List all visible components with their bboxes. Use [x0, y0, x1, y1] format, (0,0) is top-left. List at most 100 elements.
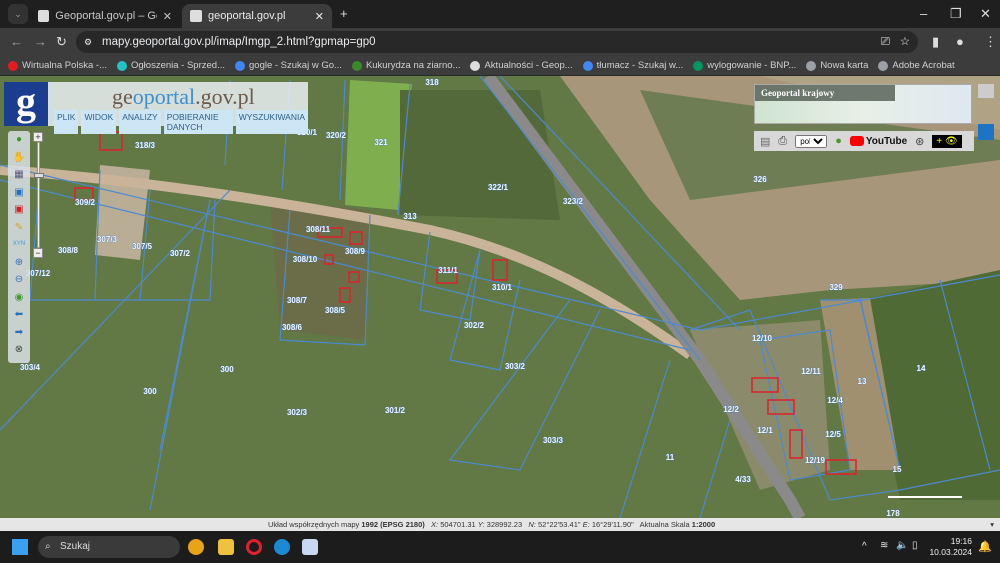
legend-icon[interactable]: ▤ — [760, 135, 770, 148]
zoom-slider[interactable]: + − — [33, 132, 44, 260]
back-icon[interactable]: ← — [10, 34, 23, 49]
menu-widok[interactable]: WIDOK — [81, 110, 117, 134]
document-app-icon[interactable] — [302, 539, 318, 555]
accessibility-icon[interactable]: ⊛ — [915, 135, 924, 148]
pencil-icon[interactable]: ✎ — [8, 219, 30, 237]
e-label: E: — [582, 520, 590, 529]
site-info-icon[interactable]: ⚙ — [84, 31, 92, 53]
bookmark-favicon-icon — [117, 60, 127, 71]
youtube-label: YouTube — [865, 135, 908, 147]
forward-icon[interactable]: → — [34, 34, 47, 49]
close-window-button[interactable]: ✕ — [980, 6, 991, 22]
profile-icon[interactable]: ● — [956, 34, 964, 49]
crosshair-icon[interactable]: ⊗ — [8, 341, 30, 359]
tab-geoportal-2[interactable]: geoportal.gov.pl ✕ — [182, 4, 332, 28]
side-panel-icon[interactable]: ▮ — [932, 34, 939, 50]
windows-start-icon[interactable] — [12, 539, 28, 555]
search-placeholder: Szukaj — [60, 541, 91, 552]
menu-pobieranie-danych[interactable]: POBIERANIE DANYCH — [163, 110, 233, 134]
globe-icon[interactable]: ◉ — [8, 289, 30, 307]
chrome-icon[interactable] — [188, 539, 204, 555]
right-side-controls — [978, 84, 994, 144]
restore-button[interactable]: ❐ — [950, 6, 962, 22]
menu-wyszukiwania[interactable]: WYSZUKIWANIA — [235, 110, 308, 134]
edge-icon[interactable] — [274, 539, 290, 555]
tab-search-button[interactable]: ⌄ — [8, 4, 28, 24]
show-hidden-icons[interactable]: ^ — [862, 541, 867, 552]
calculator-icon[interactable]: ▦ — [8, 166, 30, 184]
bookmark-label: Nowa karta — [820, 60, 869, 71]
parcel-label: 307/5 — [132, 242, 153, 251]
info-icon[interactable]: ● — [8, 131, 30, 149]
zoom-handle[interactable] — [33, 173, 44, 178]
select-blue-icon[interactable]: ▣ — [8, 184, 30, 202]
wifi-icon[interactable]: ≋ — [880, 540, 888, 551]
taskbar: ⌕ Szukaj ^ ≋ 🔈 ▯ 19:16 10.03.2024 🔔 — [0, 531, 1000, 563]
bookmark-item[interactable]: Wirtualna Polska -... — [8, 60, 107, 71]
search-location-icon[interactable] — [978, 84, 994, 98]
bookmark-item[interactable]: Adobe Acrobat — [878, 60, 955, 71]
select-red-icon[interactable]: ▣ — [8, 201, 30, 219]
new-tab-button[interactable]: + — [340, 6, 348, 21]
menu-analizy[interactable]: ANALIZY — [119, 110, 161, 134]
zoom-plus-button[interactable]: + — [33, 132, 43, 142]
menu-icon[interactable]: ⋮ — [984, 34, 997, 50]
parcel-label: 308/10 — [293, 255, 318, 264]
zoom-minus-button[interactable]: − — [33, 248, 43, 258]
parcel-label: 12/10 — [752, 334, 773, 343]
forward-arrow-icon[interactable]: ➡ — [8, 324, 30, 342]
xyz-icon[interactable]: XYN — [8, 236, 30, 254]
parcel-label: 329 — [829, 283, 843, 292]
scale-label: Aktualna Skala — [639, 520, 690, 529]
tab-title: Geoportal.gov.pl – Geoportal Ir — [55, 10, 157, 22]
install-app-icon[interactable]: ⎚ — [881, 31, 890, 53]
bookmark-item[interactable]: Aktualności - Geop... — [470, 60, 573, 71]
opera-icon[interactable] — [246, 539, 262, 555]
parcel-label: 11 — [666, 453, 675, 462]
print-icon[interactable]: ⎙ — [778, 135, 787, 148]
status-bar: Układ współrzędnych mapy 1992 (EPSG 2180… — [0, 518, 1000, 531]
crs-value: 1992 (EPSG 2180) — [361, 520, 425, 529]
taskbar-search[interactable]: ⌕ Szukaj — [38, 536, 180, 558]
clock[interactable]: 19:16 10.03.2024 — [929, 536, 972, 558]
bookmark-item[interactable]: Ogłoszenia - Sprzed... — [117, 60, 225, 71]
tab-geoportal-1[interactable]: Geoportal.gov.pl – Geoportal Ir ✕ — [30, 4, 180, 28]
back-arrow-icon[interactable]: ⬅ — [8, 306, 30, 324]
bookmark-item[interactable]: Nowa karta — [806, 60, 868, 71]
zoom-out-icon[interactable]: ⊖ — [8, 271, 30, 289]
parcel-label: 313 — [403, 212, 417, 221]
bookmark-item[interactable]: wylogowanie - BNP... — [693, 60, 796, 71]
bookmark-favicon-icon — [470, 60, 481, 71]
notification-bell-icon[interactable]: 🔔 — [978, 540, 992, 553]
geoportal-g-logo: g — [4, 82, 48, 126]
bookmark-star-icon[interactable]: ☆ — [900, 31, 910, 53]
map-canvas[interactable]: 318317318/1320/1320/2321318/3309/2322/13… — [0, 76, 1000, 518]
youtube-link[interactable]: YouTube — [849, 135, 908, 147]
high-contrast-toggle[interactable]: + 👁 — [932, 134, 962, 148]
reload-icon[interactable]: ↻ — [56, 34, 67, 50]
file-explorer-icon[interactable] — [218, 539, 234, 555]
parcel-label: 310/1 — [492, 283, 513, 292]
close-icon[interactable]: ✕ — [163, 10, 172, 23]
parcel-label: 321 — [374, 138, 388, 147]
url-input[interactable]: ⚙ mapy.geoportal.gov.pl/imap/Imgp_2.html?… — [76, 31, 918, 53]
bookmark-item[interactable]: tłumacz - Szukaj w... — [582, 60, 683, 71]
bookmark-item[interactable]: Kukurydza na ziarno... — [351, 60, 460, 71]
close-icon[interactable]: ✕ — [315, 10, 324, 23]
volume-icon[interactable]: 🔈 — [896, 540, 908, 551]
zoom-in-icon[interactable]: ⊕ — [8, 254, 30, 272]
eye-view-icon[interactable] — [978, 124, 994, 140]
overview-title: Geoportal krajowy — [755, 85, 895, 101]
zoom-track[interactable] — [33, 142, 44, 248]
map-toolbar: ● ✋ ▦ ▣ ▣ ✎ XYN ⊕ ⊖ ◉ ⬅ ➡ ⊗ — [8, 131, 30, 363]
help-icon[interactable]: ● — [835, 135, 842, 147]
language-select[interactable]: pol — [795, 134, 828, 148]
geoportal-logo: g geoportal.gov.pl PLIK WIDOK ANALIZY POBIE… — [4, 82, 308, 134]
battery-icon[interactable]: ▯ — [912, 540, 918, 551]
bookmark-item[interactable]: gogle - Szukaj w Go... — [235, 60, 342, 71]
pan-hand-icon[interactable]: ✋ — [8, 149, 30, 167]
minimize-button[interactable]: – — [920, 6, 927, 21]
menu-plik[interactable]: PLIK — [54, 110, 79, 134]
collapse-status-icon[interactable]: ▾ — [990, 518, 994, 531]
overview-map[interactable]: Geoportal krajowy — [754, 84, 972, 124]
